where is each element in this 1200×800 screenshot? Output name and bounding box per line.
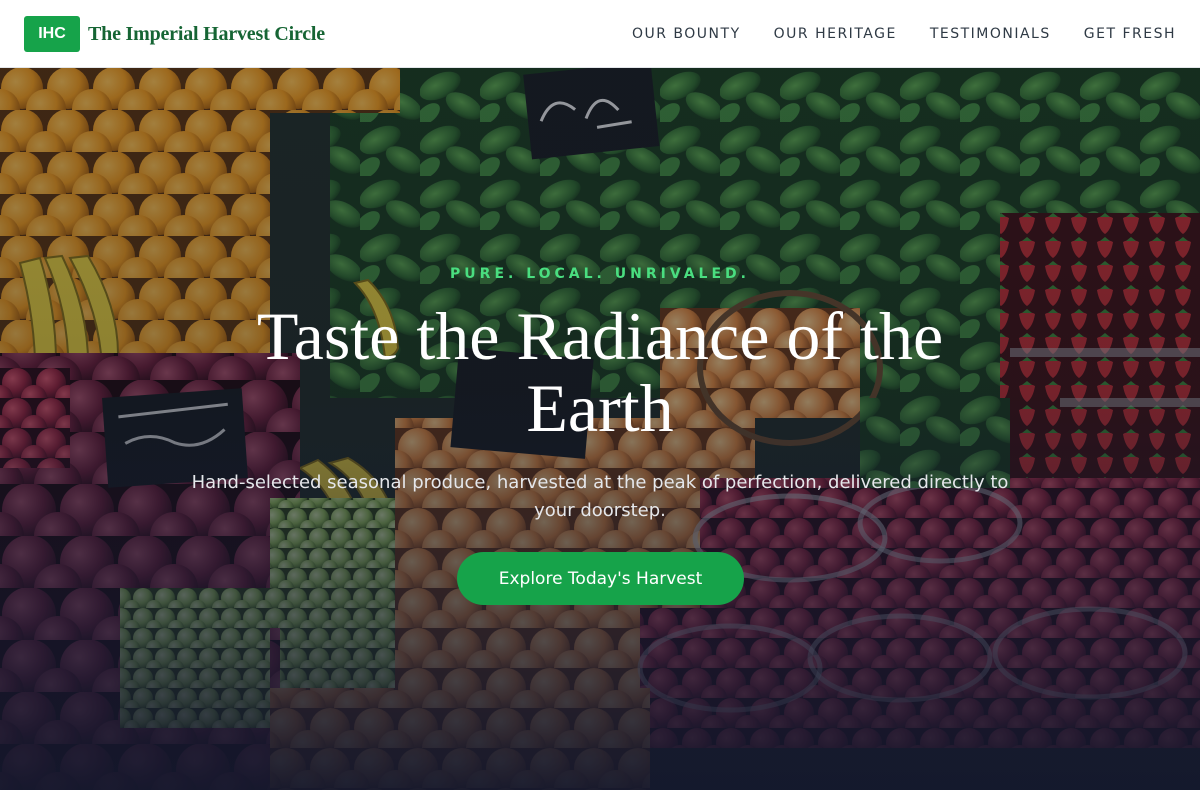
page-bottom-edge [0, 790, 1200, 800]
hero-title: Taste the Radiance of the Earth [256, 298, 944, 446]
nav-link-our-bounty[interactable]: OUR BOUNTY [632, 26, 741, 42]
logo-badge[interactable]: IHC [24, 16, 80, 52]
nav-link-testimonials[interactable]: TESTIMONIALS [930, 26, 1051, 42]
hero-subtitle: Hand-selected seasonal produce, harveste… [191, 472, 1009, 521]
hero-content: PURE. LOCAL. UNRIVALED. Taste the Radian… [0, 68, 1200, 790]
hero-eyebrow: PURE. LOCAL. UNRIVALED. [450, 266, 750, 282]
explore-harvest-button[interactable]: Explore Today's Harvest [457, 552, 744, 605]
brand-name[interactable]: The Imperial Harvest Circle [88, 23, 325, 46]
main-nav: OUR BOUNTY OUR HERITAGE TESTIMONIALS GET… [599, 0, 1176, 68]
hero-section: PURE. LOCAL. UNRIVALED. Taste the Radian… [0, 68, 1200, 790]
nav-link-get-fresh[interactable]: GET FRESH [1084, 26, 1176, 42]
nav-link-our-heritage[interactable]: OUR HERITAGE [774, 26, 897, 42]
brand[interactable]: IHC The Imperial Harvest Circle [24, 16, 325, 52]
site-header: IHC The Imperial Harvest Circle OUR BOUN… [0, 0, 1200, 68]
